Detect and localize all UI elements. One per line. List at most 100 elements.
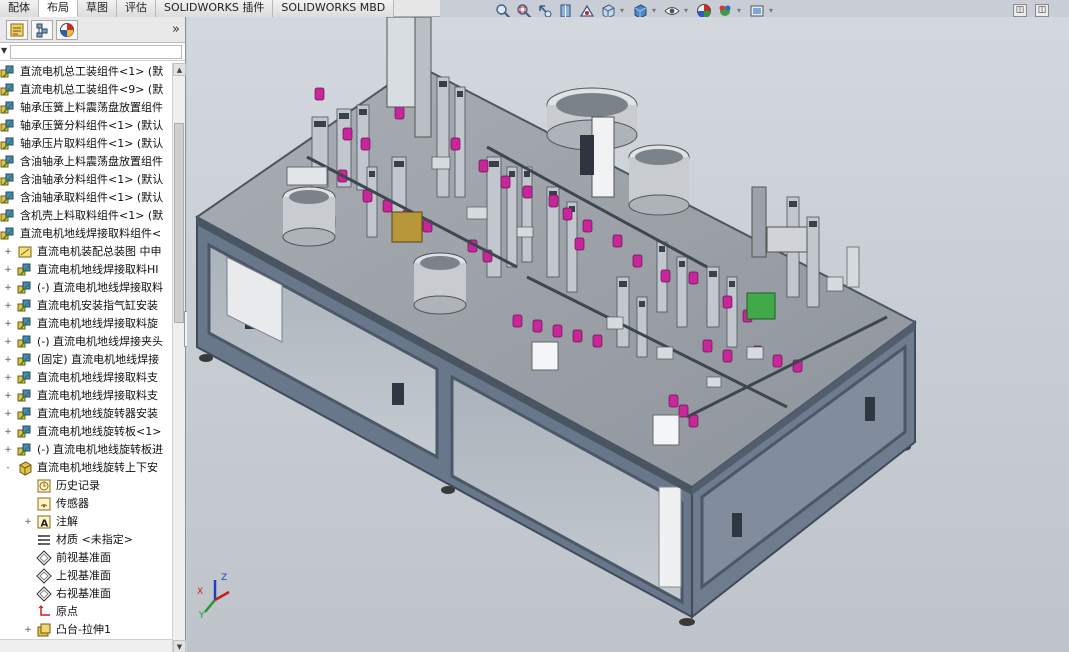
- display-manager-icon[interactable]: [56, 19, 78, 40]
- assembly-icon: [17, 316, 33, 332]
- tab-sketch[interactable]: 草图: [78, 0, 117, 17]
- feature-tree: 直流电机总工装组件<1> (默 直流电机总工装组件<9> (默 轴承压簧上料震荡盘放…: [0, 63, 172, 641]
- tree-item[interactable]: - 直流电机地线旋转上下安: [0, 459, 172, 477]
- tree-item-label: 轴承压片取料组件<1> (默认: [20, 137, 164, 150]
- assembly-icon: [17, 262, 33, 278]
- panel-tabs: »: [0, 17, 185, 43]
- tab-assembly[interactable]: 配体: [0, 0, 39, 17]
- expand-icon[interactable]: +: [4, 374, 12, 383]
- tree-vertical-scrollbar[interactable]: ▲ ▼: [172, 63, 186, 652]
- tab-layout[interactable]: 布局: [39, 0, 78, 17]
- tree-item[interactable]: + 凸台-拉伸1: [0, 621, 172, 639]
- pneumatic-fitting: [548, 194, 559, 208]
- filter-dropdown-icon[interactable]: ▼: [1, 46, 7, 55]
- tree-item[interactable]: + 直流电机安装指气缸安装: [0, 297, 172, 315]
- tree-item[interactable]: 传感器: [0, 495, 172, 513]
- tree-item[interactable]: + (-) 直流电机地线焊接夹头: [0, 333, 172, 351]
- expand-icon[interactable]: +: [4, 320, 12, 329]
- tab-evaluate[interactable]: 评估: [117, 0, 156, 17]
- tree-item-label: 直流电机地线焊接取料HI: [37, 263, 159, 276]
- maximize-icon[interactable]: ◫: [1035, 4, 1049, 17]
- tree-item[interactable]: 前视基准面: [0, 549, 172, 567]
- expand-icon[interactable]: +: [4, 356, 12, 365]
- scroll-up-icon[interactable]: ▲: [173, 63, 186, 76]
- expand-icon[interactable]: +: [4, 284, 12, 293]
- graphics-area[interactable]: Z X Y: [187, 17, 1069, 652]
- pneumatic-fitting: [478, 159, 489, 173]
- fixture-block: [746, 346, 764, 360]
- tree-item-label: 直流电机地线旋转板<1>: [37, 425, 162, 438]
- plane-icon: [36, 586, 52, 602]
- tree-item[interactable]: 直流电机地线焊接取料组件<: [0, 225, 172, 243]
- tree-item[interactable]: + (-) 直流电机地线焊接取料: [0, 279, 172, 297]
- slide-clamp: [509, 171, 515, 177]
- assembly-icon: [17, 442, 33, 458]
- linear-slide: [616, 276, 630, 348]
- tree-item[interactable]: 直流电机总工装组件<9> (默: [0, 81, 172, 99]
- tree-item-label: 右视基准面: [56, 587, 111, 600]
- tree-item-label: 前视基准面: [56, 551, 111, 564]
- tree-item[interactable]: + 直流电机地线旋转板<1>: [0, 423, 172, 441]
- configuration-manager-icon[interactable]: [31, 19, 53, 40]
- restore-icon[interactable]: ◫: [1013, 4, 1027, 17]
- tab-solidworks-addins[interactable]: SOLIDWORKS 插件: [156, 0, 274, 17]
- tree-item[interactable]: + A 注解: [0, 513, 172, 531]
- tree-item[interactable]: 直流电机总工装组件<1> (默: [0, 63, 172, 81]
- pneumatic-fitting: [688, 271, 699, 285]
- expand-icon[interactable]: +: [4, 248, 12, 257]
- command-manager-tabs: 配体 布局 草图 评估 SOLIDWORKS 插件 SOLIDWORKS MBD: [0, 0, 440, 17]
- fixture-block: [606, 316, 624, 330]
- tree-item[interactable]: 含机壳上料取料组件<1> (默: [0, 207, 172, 225]
- slide-clamp: [359, 109, 367, 115]
- tree-item[interactable]: 材质 <未指定>: [0, 531, 172, 549]
- tab-solidworks-mbd[interactable]: SOLIDWORKS MBD: [273, 0, 395, 17]
- feature-manager-icon[interactable]: [6, 19, 28, 40]
- fixture-block: [466, 206, 488, 220]
- assembly-model[interactable]: Z X Y: [187, 17, 1069, 652]
- tree-item[interactable]: 含油轴承分料组件<1> (默认: [0, 171, 172, 189]
- tree-item[interactable]: + (-) 直流电机地线旋转板进: [0, 441, 172, 459]
- collapse-icon[interactable]: -: [4, 464, 12, 473]
- linear-slide: [806, 216, 820, 308]
- tree-item-label: 注解: [56, 515, 78, 528]
- tree-item[interactable]: + 直流电机地线焊接取料旋: [0, 315, 172, 333]
- tree-item[interactable]: 上视基准面: [0, 567, 172, 585]
- scroll-down-icon[interactable]: ▼: [173, 640, 186, 652]
- tree-item[interactable]: 含油轴承上料震荡盘放置组件: [0, 153, 172, 171]
- filter-input[interactable]: [10, 45, 182, 59]
- tree-item[interactable]: 历史记录: [0, 477, 172, 495]
- tree-item[interactable]: 轴承压簧分料组件<1> (默认: [0, 117, 172, 135]
- scroll-thumb[interactable]: [174, 123, 184, 323]
- expand-icon[interactable]: +: [4, 302, 12, 311]
- tree-item[interactable]: + 直流电机地线焊接取料HI: [0, 261, 172, 279]
- tree-item-label: (-) 直流电机地线焊接取料: [37, 281, 164, 294]
- fixture-block: [846, 246, 860, 288]
- tree-horizontal-scrollbar[interactable]: [0, 639, 172, 652]
- pneumatic-fitting: [612, 234, 623, 248]
- assembly-icon: [0, 208, 16, 224]
- assembly-icon: [17, 298, 33, 314]
- tree-item[interactable]: + 直流电机地线焊接取料支: [0, 387, 172, 405]
- tree-item[interactable]: + 直流电机装配总装图 中申: [0, 243, 172, 261]
- tree-item[interactable]: + (固定) 直流电机地线焊接: [0, 351, 172, 369]
- expand-icon[interactable]: +: [24, 518, 32, 527]
- tree-item-label: 直流电机地线焊接取料组件<: [20, 227, 162, 240]
- tree-item[interactable]: 右视基准面: [0, 585, 172, 603]
- tree-item[interactable]: 原点: [0, 603, 172, 621]
- more-panels-button[interactable]: »: [172, 22, 180, 37]
- tree-item[interactable]: + 直流电机地线旋转器安装: [0, 405, 172, 423]
- tree-item[interactable]: + 直流电机地线焊接取料支: [0, 369, 172, 387]
- expand-icon[interactable]: +: [4, 266, 12, 275]
- expand-icon[interactable]: +: [4, 338, 12, 347]
- expand-icon[interactable]: +: [4, 428, 12, 437]
- assembly-icon: [0, 82, 16, 98]
- window-controls: ◫ ◫: [1013, 4, 1049, 17]
- pneumatic-fitting: [532, 319, 543, 333]
- tree-item[interactable]: 含油轴承取料组件<1> (默认: [0, 189, 172, 207]
- expand-icon[interactable]: +: [4, 410, 12, 419]
- expand-icon[interactable]: +: [4, 392, 12, 401]
- expand-icon[interactable]: +: [4, 446, 12, 455]
- tree-item[interactable]: 轴承压簧上料震荡盘放置组件: [0, 99, 172, 117]
- tree-item[interactable]: 轴承压片取料组件<1> (默认: [0, 135, 172, 153]
- expand-icon[interactable]: +: [24, 626, 32, 635]
